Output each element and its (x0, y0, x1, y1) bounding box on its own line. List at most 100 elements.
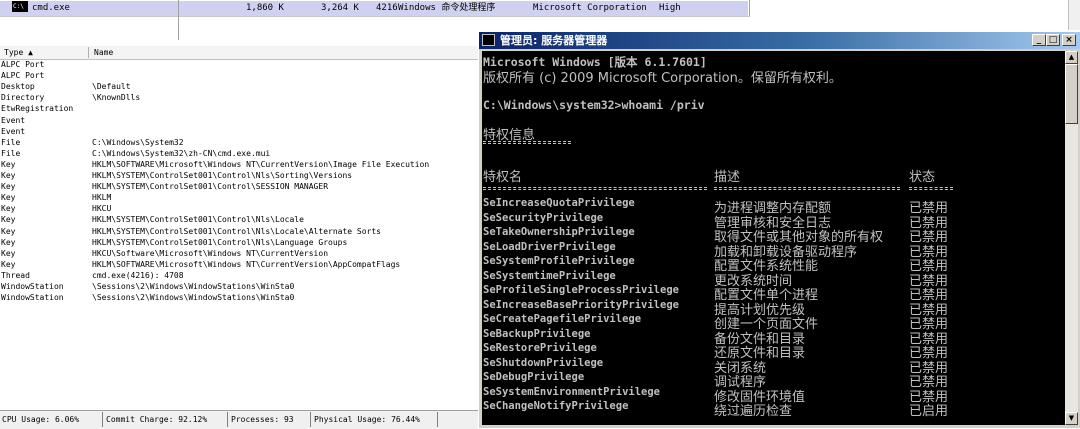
handle-name: HKLM (92, 193, 112, 203)
process-list-scrollbar[interactable] (1068, 0, 1080, 30)
handle-name: HKLM\SYSTEM\ControlSet001\Control\Nls\Lo… (92, 226, 381, 236)
table-row[interactable]: File C:\Windows\System32\zh-CN\cmd.exe.mu… (0, 149, 478, 159)
handle-name: HKLM\SYSTEM\ControlSet001\Control\Nls\Lo… (92, 215, 304, 225)
cmd-process-icon: C:\ (12, 1, 28, 12)
handle-type: WindowStation (1, 282, 64, 291)
console-col-desc: 描述 (714, 170, 741, 185)
table-row[interactable]: WindowStation \Sessions\2\Windows\WindowS… (0, 282, 478, 292)
status-commit-charge: Commit Charge: 92.12% (104, 412, 228, 427)
handle-type: Key (1, 215, 16, 225)
handle-type: File (1, 137, 21, 147)
table-row[interactable]: Key HKLM\SYSTEM\ControlSet001\Control\Nls… (0, 171, 478, 181)
handle-type: Event (1, 126, 26, 136)
table-row[interactable]: Event (0, 127, 478, 137)
privilege-name: SeShutdownPrivilege (483, 356, 604, 369)
cmd-title-bar[interactable]: 管理员: 服务器管理器 _ □ × (479, 32, 1080, 49)
console-divider (483, 187, 707, 190)
table-row[interactable]: File C:\Windows\System32 (0, 138, 478, 148)
console-icon[interactable] (482, 34, 495, 46)
console-divider (909, 187, 953, 190)
table-row[interactable]: Directory \KnownDlls (0, 93, 478, 103)
table-row[interactable]: Key HKCU\Software\Microsoft\Windows NT\Cu… (0, 249, 478, 259)
process-working-set: 3,264 K (321, 3, 359, 13)
table-row[interactable]: WindowStation \Sessions\2\Windows\WindowS… (0, 293, 478, 303)
table-row[interactable]: Key HKLM\SYSTEM\ControlSet001\Control\Nls… (0, 215, 478, 225)
table-row[interactable]: Key HKLM\SOFTWARE\Microsoft\Windows NT\Cu… (0, 160, 478, 170)
minimize-button[interactable]: _ (1032, 34, 1046, 46)
table-row[interactable]: Key HKLM (0, 193, 478, 203)
process-integrity: High (659, 3, 681, 13)
handles-header: Type ▲ Name (0, 46, 478, 60)
console-output[interactable]: Microsoft Windows [版本 6.1.7601] 版权所有 (c)… (482, 51, 1065, 425)
handle-type: Event (1, 115, 26, 125)
console-scrollbar[interactable]: ▲ ▼ (1065, 51, 1078, 425)
handle-type: Thread (1, 270, 30, 280)
table-row[interactable]: Desktop \Default (0, 82, 478, 92)
handle-name: \Sessions\2\Windows\WindowStations\WinSt… (92, 293, 295, 303)
handle-type: Directory (1, 93, 45, 103)
table-row[interactable]: EtwRegistration (0, 104, 478, 114)
privilege-name: SeSystemtimePrivilege (483, 269, 616, 282)
process-description: Windows 命令处理程序 (398, 3, 496, 13)
column-header-name[interactable]: Name (94, 46, 113, 59)
table-row[interactable]: ALPC Port (0, 60, 478, 70)
table-row[interactable]: Thread cmd.exe(4216): 4708 (0, 271, 478, 281)
status-processes: Processes: 93 (229, 412, 311, 427)
status-physical-usage: Physical Usage: 76.44% (312, 412, 438, 427)
handle-name: cmd.exe(4216): 4708 (92, 270, 184, 280)
column-separator[interactable] (88, 47, 89, 58)
handle-type: ALPC Port (1, 60, 45, 69)
privilege-name: SeIncreaseQuotaPrivilege (483, 197, 635, 209)
process-row-cmd[interactable]: C:\ cmd.exe 1,860 K 3,264 K 4216 Windows… (0, 1, 748, 16)
table-row[interactable]: Key HKLM\SOFTWARE\Microsoft\Windows NT\Cu… (0, 260, 478, 270)
privilege-name: SeRestorePrivilege (483, 342, 597, 354)
privilege-name: SeLoadDriverPrivilege (483, 240, 616, 253)
scroll-down-icon[interactable]: ▼ (1065, 412, 1078, 425)
cmd-window-title: 管理员: 服务器管理器 (500, 34, 608, 47)
scroll-up-icon[interactable]: ▲ (1065, 51, 1078, 64)
handle-name: \Sessions\2\Windows\WindowStations\WinSt… (92, 282, 295, 291)
divider (178, 0, 179, 40)
close-button[interactable]: × (1062, 34, 1076, 46)
handle-name: HKCU\Software\Microsoft\Windows NT\Curre… (92, 248, 329, 258)
process-private-bytes: 1,860 K (246, 3, 284, 13)
handle-type: ALPC Port (1, 71, 45, 81)
privilege-name: SeChangeNotifyPrivilege (483, 400, 629, 412)
privilege-description: 绕过遍历检查 (714, 404, 793, 419)
console-col-state: 状态 (909, 170, 936, 185)
handle-type: Key (1, 159, 16, 169)
console-divider (483, 141, 571, 144)
privilege-name: SeBackupPrivilege (483, 327, 591, 340)
table-row[interactable]: Key HKLM\SYSTEM\ControlSet001\Control\SES… (0, 182, 478, 192)
console-copyright-line: 版权所有 (c) 2009 Microsoft Corporation。保留所有… (483, 71, 842, 86)
maximize-button[interactable]: □ (1046, 34, 1060, 46)
status-bar: CPU Usage: 6.06% Commit Charge: 92.12% P… (0, 410, 478, 429)
handle-name: \Default (92, 82, 131, 92)
handle-type: File (1, 148, 21, 158)
table-row[interactable]: ALPC Port (0, 71, 478, 81)
privilege-name: SeSecurityPrivilege (483, 211, 604, 224)
privilege-name: SeTakeOwnershipPrivilege (483, 226, 635, 238)
handle-type: WindowStation (1, 293, 64, 303)
table-row[interactable]: Key HKCU (0, 204, 478, 214)
handle-type: Key (1, 171, 16, 180)
handle-name: \KnownDlls (92, 93, 141, 103)
process-pid: 4216 (376, 3, 398, 13)
handle-type: Key (1, 204, 16, 214)
handle-name: HKLM\SOFTWARE\Microsoft\Windows NT\Curre… (92, 159, 430, 169)
table-row[interactable]: Key HKLM\SYSTEM\ControlSet001\Control\Nls… (0, 238, 478, 248)
table-row[interactable]: Event (0, 116, 478, 126)
console-col-name: 特权名 (483, 170, 523, 185)
table-row[interactable]: Key HKLM\SYSTEM\ControlSet001\Control\Nls… (0, 227, 478, 237)
privilege-name: SeSystemProfilePrivilege (483, 255, 635, 267)
scroll-thumb[interactable] (1065, 64, 1078, 124)
handle-type: EtwRegistration (1, 104, 74, 114)
privilege-name: SeDebugPrivilege (483, 371, 585, 383)
divider (749, 0, 750, 16)
handle-name: HKCU (92, 204, 112, 214)
privilege-name: SeProfileSingleProcessPrivilege (483, 284, 679, 296)
column-header-type[interactable]: Type ▲ (4, 46, 33, 59)
handle-name: HKLM\SYSTEM\ControlSet001\Control\Nls\La… (92, 237, 348, 247)
cmd-window[interactable]: 管理员: 服务器管理器 _ □ × Microsoft Windows [版本 … (478, 32, 1080, 428)
handle-type: Key (1, 237, 16, 247)
